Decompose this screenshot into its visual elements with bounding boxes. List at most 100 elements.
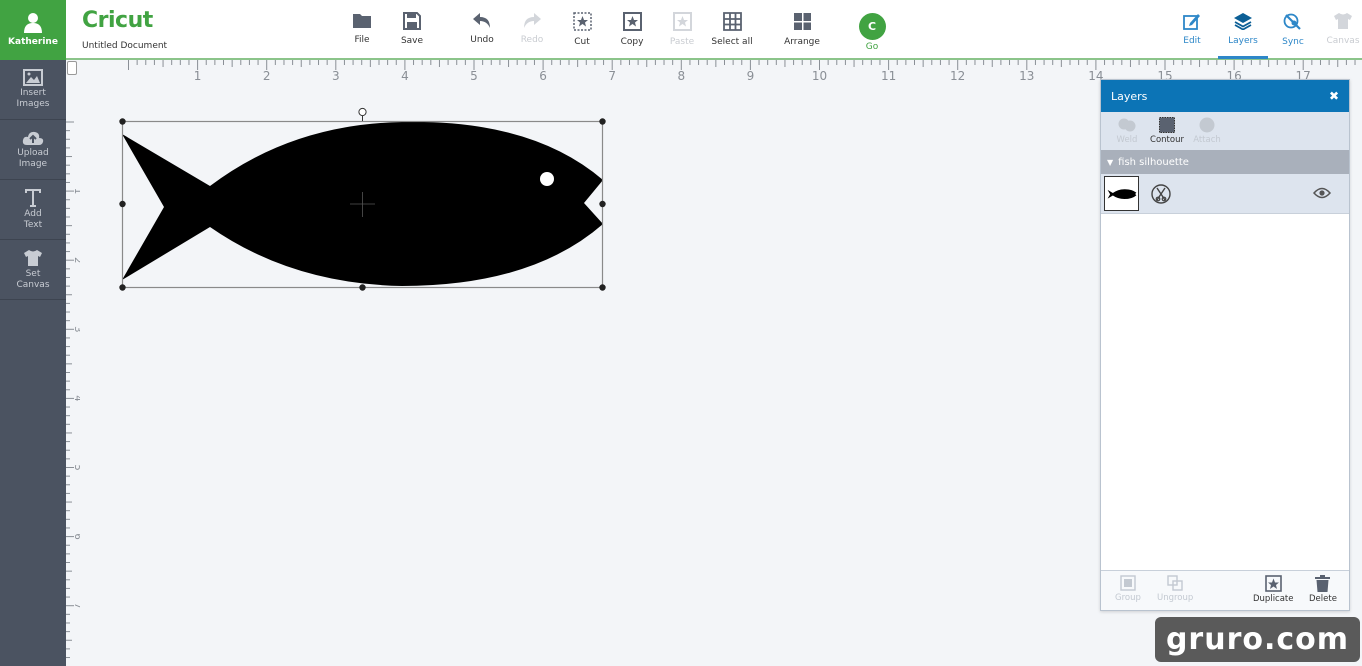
document-title: Untitled Document	[82, 41, 168, 51]
layers-tools-bar: Weld Contour Attach	[1101, 112, 1349, 150]
duplicate-button[interactable]: Duplicate	[1253, 575, 1294, 604]
rotate-handle[interactable]	[358, 107, 367, 117]
select-all-label: Select all	[711, 37, 753, 47]
attach-button[interactable]: Attach	[1187, 112, 1227, 150]
ruler-number-6: 6	[539, 69, 547, 82]
cricut-logo: Cricut	[82, 8, 153, 33]
ruler-number-7: 7	[608, 69, 616, 82]
add-text-button[interactable]: Add Text	[0, 180, 66, 240]
tshirt-icon	[1334, 13, 1352, 29]
ruler-number-11: 11	[881, 69, 896, 82]
redo-icon	[524, 13, 541, 28]
undo-label: Undo	[470, 35, 494, 45]
cut-label: Cut	[574, 37, 590, 47]
group-icon	[1120, 575, 1136, 591]
fish-silhouette-object[interactable]	[112, 104, 614, 300]
ruler-number-5: 5	[470, 69, 478, 82]
layer-thumbnail[interactable]	[1104, 176, 1139, 211]
ruler-number-12: 12	[950, 69, 965, 82]
cut-icon	[572, 12, 592, 31]
set-canvas-button[interactable]: Set Canvas	[0, 240, 66, 300]
ungroup-icon	[1167, 575, 1183, 591]
go-button[interactable]: C Go	[842, 13, 902, 52]
resize-handle-bl[interactable]	[119, 284, 126, 291]
upload-image-button[interactable]: Upload Image	[0, 120, 66, 180]
resize-handle-tr[interactable]	[599, 118, 606, 125]
redo-label: Redo	[520, 35, 544, 45]
resize-handle-bm[interactable]	[359, 284, 366, 291]
tab-layers-label: Layers	[1228, 36, 1258, 46]
ruler-number-v-5: 5	[72, 464, 80, 470]
contour-label: Contour	[1150, 135, 1184, 145]
resize-handle-mr[interactable]	[599, 200, 606, 208]
layer-group-name: fish silhouette	[1118, 156, 1189, 168]
caret-down-icon[interactable]: ▼	[1107, 158, 1113, 167]
text-icon	[25, 189, 41, 207]
fish-eye	[540, 172, 554, 186]
ruler-number-3: 3	[332, 69, 340, 82]
go-label: Go	[865, 42, 879, 52]
ruler-number-4: 4	[401, 69, 409, 82]
group-label: Group	[1115, 593, 1141, 603]
pencil-icon	[1183, 14, 1200, 30]
tab-canvas[interactable]: Canvas	[1313, 12, 1362, 46]
tab-sync-label: Sync	[1282, 37, 1304, 47]
arrange-button[interactable]: Arrange	[772, 12, 832, 47]
eye-icon[interactable]	[1313, 187, 1331, 199]
folder-icon	[353, 14, 371, 28]
ruler-number-1: 1	[194, 69, 202, 82]
resize-handle-ml[interactable]	[119, 200, 126, 208]
ruler-number-v-1: 1	[72, 188, 80, 194]
ungroup-label: Ungroup	[1157, 593, 1194, 603]
ruler-number-v-7: 7	[72, 603, 80, 609]
left-sidebar: Katherine Insert Images Upload Image Add…	[0, 0, 66, 666]
trash-icon	[1315, 575, 1331, 592]
file-label: File	[354, 35, 370, 45]
close-icon[interactable]: ✖	[1329, 89, 1339, 103]
resize-handle-tl[interactable]	[119, 118, 126, 125]
delete-button[interactable]: Delete	[1309, 575, 1337, 604]
cloud-upload-icon	[22, 131, 44, 145]
ungroup-button[interactable]: Ungroup	[1157, 575, 1193, 603]
resize-handle-br[interactable]	[599, 284, 606, 291]
upload-image-label: Upload Image	[17, 147, 49, 169]
add-text-label: Add Text	[23, 209, 43, 230]
insert-images-label: Insert Images	[16, 88, 50, 109]
layers-panel-footer: Group Ungroup Duplicate Delete	[1101, 570, 1349, 610]
top-toolbar: Cricut Untitled Document File Save Undo …	[66, 0, 1362, 60]
cut-operation-icon[interactable]	[1151, 183, 1171, 204]
copy-icon	[622, 12, 642, 31]
tshirt-icon	[24, 249, 42, 266]
save-icon	[403, 12, 421, 30]
select-all-button[interactable]: Select all	[702, 12, 762, 47]
layers-panel-title: Layers	[1111, 89, 1148, 103]
save-button[interactable]: Save	[382, 12, 442, 46]
delete-label: Delete	[1309, 594, 1337, 604]
tab-canvas-label: Canvas	[1326, 36, 1360, 46]
user-profile-button[interactable]: Katherine	[0, 0, 66, 60]
ruler-number-13: 13	[1019, 69, 1034, 82]
layers-panel: Layers ✖ Weld Contour Attach ▼ fish silh…	[1100, 79, 1350, 611]
contour-icon	[1159, 117, 1175, 133]
watermark: gruro.com	[1155, 617, 1360, 662]
paste-icon	[672, 12, 692, 31]
ruler-number-2: 2	[263, 69, 271, 82]
attach-icon	[1199, 117, 1215, 133]
arrange-label: Arrange	[784, 37, 820, 47]
ruler-number-10: 10	[812, 69, 827, 82]
ruler-number-v-4: 4	[72, 395, 80, 401]
vertical-ruler: 12345678	[66, 121, 80, 659]
group-button[interactable]: Group	[1115, 575, 1141, 603]
weld-button[interactable]: Weld	[1107, 112, 1147, 150]
layers-panel-header: Layers ✖	[1101, 80, 1349, 112]
layer-row[interactable]	[1101, 174, 1349, 214]
insert-images-button[interactable]: Insert Images	[0, 60, 66, 120]
layer-group-header[interactable]: ▼ fish silhouette	[1101, 150, 1349, 174]
user-name: Katherine	[8, 37, 58, 47]
tab-edit-label: Edit	[1183, 36, 1201, 46]
duplicate-icon	[1264, 575, 1282, 592]
weld-icon	[1118, 118, 1136, 132]
attach-label: Attach	[1193, 135, 1221, 145]
save-label[interactable]: Save	[401, 36, 423, 46]
contour-button[interactable]: Contour	[1147, 112, 1187, 150]
